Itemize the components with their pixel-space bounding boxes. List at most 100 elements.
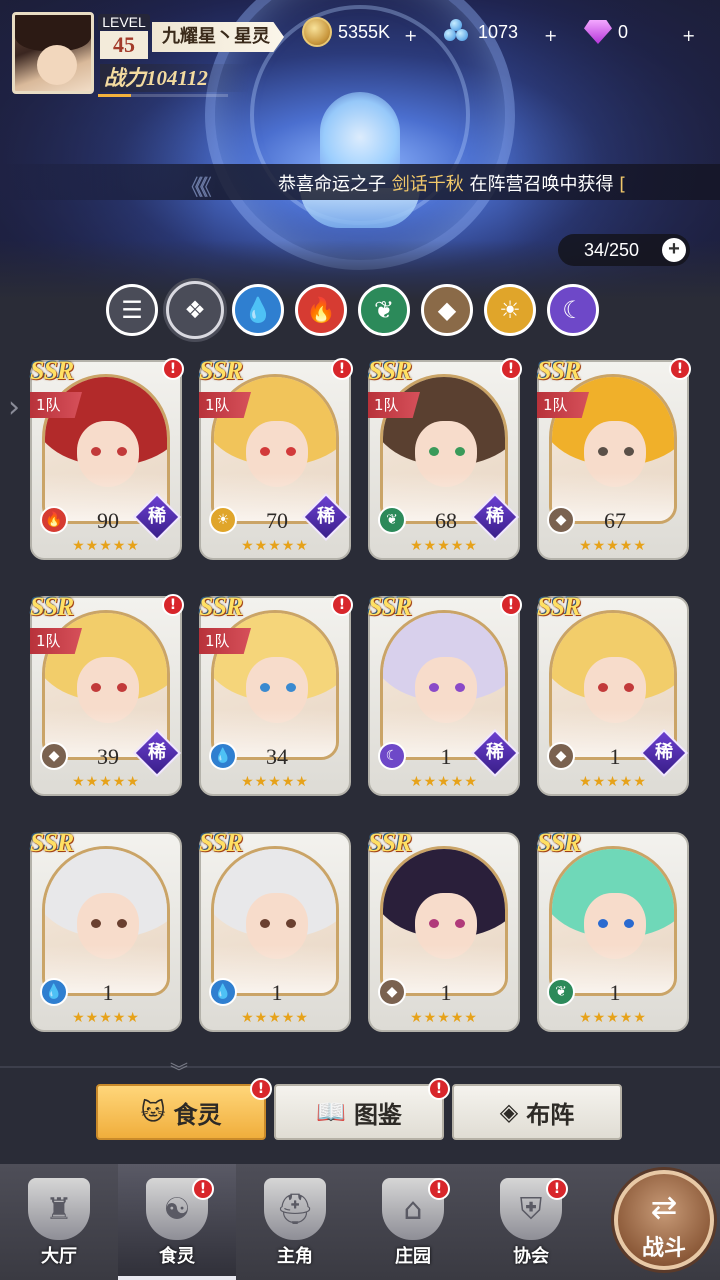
spirit-level: 39 [97, 744, 119, 769]
rarity-label: SSR [537, 356, 581, 385]
spirit-card[interactable]: SSR! 1队 ◆ 39 稀 ★★★★★ [30, 592, 184, 796]
filter-water[interactable]: 💧 [232, 284, 284, 336]
nav-castle[interactable]: ♜ 大厅 [0, 1164, 118, 1280]
spirit-card[interactable]: SSR! 1队 ❦ 68 稀 ★★★★★ [368, 356, 522, 560]
spirit-portrait [380, 846, 508, 996]
rarity-label: SSR [199, 828, 243, 857]
add-diamond-button[interactable]: + [682, 19, 695, 51]
flame-icon: 🔥 [306, 296, 336, 324]
roster-count-value: 34/250 [584, 240, 640, 260]
spirit-level: 67 [604, 508, 626, 533]
formation-icon: ◈ [499, 1098, 519, 1126]
spirit-level: 34 [266, 744, 288, 769]
subtab-book[interactable]: 📖 图鉴! [274, 1078, 450, 1140]
expand-roster-button[interactable]: + [662, 238, 686, 262]
star-rating: ★★★★★ [72, 774, 140, 790]
list-icon: ☰ [121, 296, 143, 324]
bottom-nav: ♜ 大厅 ☯ 食灵! ⛑ 主角 ⌂ 庄园! ⛨ 协会! [0, 1164, 720, 1280]
rarity-label: SSR [368, 356, 412, 385]
alert-badge-icon: ! [428, 1078, 450, 1100]
nav-label: 主角 [277, 1246, 313, 1267]
chevron-right-icon[interactable]: › [8, 390, 20, 425]
water-element-icon: 💧 [209, 978, 237, 1006]
alert-badge-icon: ! [331, 358, 353, 380]
add-gold-button[interactable]: + [404, 19, 417, 51]
crystal-resource: 1073 [442, 16, 518, 48]
level-tag: LEVEL 45 [98, 14, 150, 70]
spirit-level: 70 [266, 508, 288, 533]
earth-element-icon: ◆ [378, 978, 406, 1006]
nav-cat-spirit[interactable]: ☯ 食灵! [118, 1164, 236, 1280]
alert-badge-icon: ! [428, 1178, 450, 1200]
spirit-card[interactable]: SSR! 1队 ◆ 67 ★★★★★ [537, 356, 691, 560]
filter-earth[interactable]: ◆ [421, 284, 473, 336]
filter-fire[interactable]: 🔥 [295, 284, 347, 336]
crystal-icon: ◆ [437, 296, 457, 324]
helmet-icon: ⛑ [264, 1178, 326, 1240]
team-tag: 1队 [30, 392, 82, 418]
nav-house[interactable]: ⌂ 庄园! [354, 1164, 472, 1280]
crystal-icon [442, 17, 472, 47]
swap-arrows-icon: ⇄ [650, 1188, 678, 1226]
spirit-card[interactable]: SSR! 1队 🔥 90 稀 ★★★★★ [30, 356, 184, 560]
team-tag: 1队 [199, 392, 251, 418]
star-rating: ★★★★★ [72, 538, 140, 554]
spirit-portrait [549, 846, 677, 996]
spirit-card[interactable]: SSR! ☾ 1 稀 ★★★★★ [368, 592, 522, 796]
alert-badge-icon: ! [546, 1178, 568, 1200]
star-rating: ★★★★★ [241, 774, 309, 790]
filter-light[interactable]: ☀ [484, 284, 536, 336]
alert-badge-icon: ! [250, 1078, 272, 1100]
moon-icon: ☾ [562, 296, 584, 324]
spirit-card[interactable]: SSR ◆ 1 ★★★★★ [368, 828, 520, 1032]
sun-icon: ☀ [499, 296, 521, 324]
roster-count: 34/250 + [558, 234, 690, 266]
spirit-level: 1 [440, 980, 452, 1005]
add-crystal-button[interactable]: + [544, 19, 557, 51]
star-rating: ★★★★★ [241, 538, 309, 554]
earth-element-icon: ◆ [40, 742, 68, 770]
filter-generic[interactable]: ❖ [166, 281, 224, 339]
spirit-card[interactable]: SSR 💧 1 ★★★★★ [199, 828, 351, 1032]
nav-label: 庄园 [395, 1246, 431, 1267]
gold-value: 5355K [338, 21, 391, 42]
player-name[interactable]: 九耀星丶星灵 [152, 22, 284, 52]
fire-element-icon: 🔥 [40, 506, 68, 534]
filter-all[interactable]: ☰ [106, 284, 158, 336]
castle-icon: ♜ [28, 1178, 90, 1240]
spirit-card[interactable]: SSR ◆ 1 稀 ★★★★★ [537, 592, 689, 796]
spirit-card[interactable]: SSR! 1队 💧 34 ★★★★★ [199, 592, 353, 796]
alert-badge-icon: ! [500, 358, 522, 380]
battle-button[interactable]: ⇄ 战斗 [614, 1170, 714, 1270]
water-drop-icon: 💧 [243, 296, 273, 324]
rarity-label: SSR [368, 828, 412, 857]
diamond-value: 0 [618, 21, 629, 42]
star-rating: ★★★★★ [579, 774, 647, 790]
level-label: LEVEL [98, 14, 150, 30]
spirit-card[interactable]: SSR! 1队 ☀ 70 稀 ★★★★★ [199, 356, 353, 560]
star-rating: ★★★★★ [579, 1010, 647, 1026]
nav-shield[interactable]: ⛨ 协会! [472, 1164, 590, 1280]
earth-element-icon: ◆ [547, 506, 575, 534]
earth-element-icon: ◆ [547, 742, 575, 770]
nav-helmet[interactable]: ⛑ 主角 [236, 1164, 354, 1280]
water-element-icon: 💧 [209, 742, 237, 770]
wind-element-icon: ❦ [378, 506, 406, 534]
exp-bar [98, 94, 228, 97]
alert-badge-icon: ! [162, 358, 184, 380]
subtab-label: 食灵 [173, 1100, 222, 1129]
subtab-formation[interactable]: ◈ 布阵 [452, 1084, 622, 1140]
team-tag: 1队 [537, 392, 589, 418]
filter-dark[interactable]: ☾ [547, 284, 599, 336]
spirit-card[interactable]: SSR 💧 1 ★★★★★ [30, 828, 182, 1032]
rarity-label: SSR [30, 356, 74, 385]
filter-wind[interactable]: ❦ [358, 284, 410, 336]
alert-badge-icon: ! [192, 1178, 214, 1200]
player-avatar[interactable] [12, 12, 94, 94]
diamond-resource: 0 [584, 16, 628, 48]
crystal-value: 1073 [478, 21, 519, 42]
subtab-cat[interactable]: 🐱 食灵! [96, 1078, 272, 1140]
star-rating: ★★★★★ [72, 1010, 140, 1026]
spirit-card[interactable]: SSR ❦ 1 ★★★★★ [537, 828, 689, 1032]
cat-icon: 🐱 [140, 1098, 166, 1126]
